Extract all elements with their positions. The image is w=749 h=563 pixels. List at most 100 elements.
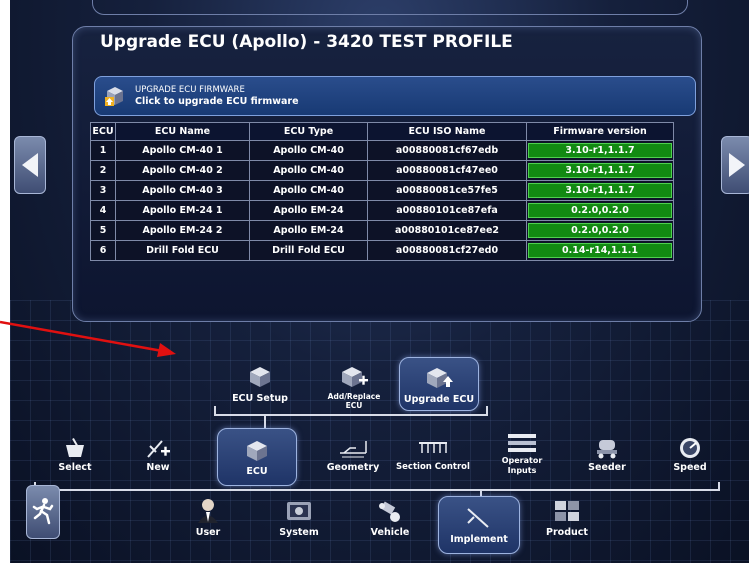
implement-speed-button[interactable]: Speed	[652, 437, 728, 473]
speedometer-icon	[680, 438, 700, 458]
ecu-setup-button[interactable]: ECU Setup	[224, 365, 296, 404]
ecu-setup-label: ECU Setup	[232, 393, 288, 404]
user-label: User	[195, 527, 221, 538]
new-implement-icon	[147, 440, 170, 458]
ecu-label: ECU	[246, 466, 268, 477]
cell-ecu-number: 5	[90, 220, 116, 241]
col-header-ecu-name: ECU Name	[115, 122, 250, 141]
upgrade-firmware-button[interactable]: UPGRADE ECU FIRMWARE Click to upgrade EC…	[94, 76, 696, 116]
operator-inputs-label-line2: Inputs	[507, 466, 537, 475]
firmware-bar-title: UPGRADE ECU FIRMWARE	[135, 85, 245, 95]
table-row: 3 Apollo CM-40 3 Apollo CM-40 a00880081c…	[90, 180, 674, 201]
cell-iso-name: a00880081cf47ee0	[367, 160, 527, 181]
upgrade-ecu-icon	[427, 368, 453, 388]
section-control-icon	[419, 442, 447, 453]
cell-iso-name: a00880081cf67edb	[367, 140, 527, 161]
run-screen-button[interactable]	[26, 485, 60, 539]
cell-firmware: 0.2.0,0.2.0	[526, 200, 674, 221]
running-person-icon	[32, 498, 54, 525]
cell-firmware: 3.10-r1,1.1.7	[526, 160, 674, 181]
implement-row-connector-right	[718, 482, 720, 491]
operator-inputs-label-line1: Operator	[501, 456, 543, 465]
firmware-version-value: 0.14-r14,1.1.1	[528, 243, 672, 258]
cell-ecu-name: Apollo CM-40 1	[115, 140, 250, 161]
firmware-version-value: 3.10-r1,1.1.7	[528, 183, 672, 198]
implement-new-button[interactable]: New	[120, 437, 196, 473]
terminal-screen: Upgrade ECU (Apollo) - 3420 TEST PROFILE…	[10, 0, 749, 563]
vehicle-icon	[379, 501, 400, 522]
operator-inputs-icon	[508, 434, 536, 452]
implement-geometry-button[interactable]: Geometry	[315, 437, 391, 473]
table-row: 6 Drill Fold ECU Drill Fold ECU a0088008…	[90, 240, 674, 261]
cell-ecu-type: Drill Fold ECU	[249, 240, 368, 261]
cell-ecu-name: Apollo CM-40 2	[115, 160, 250, 181]
firmware-version-value: 3.10-r1,1.1.7	[528, 163, 672, 178]
previous-panel-edge	[92, 0, 688, 15]
next-page-button[interactable]	[721, 136, 749, 194]
ecu-icon	[247, 441, 267, 461]
table-row: 4 Apollo EM-24 1 Apollo EM-24 a00880101c…	[90, 200, 674, 221]
cell-ecu-number: 6	[90, 240, 116, 261]
cell-ecu-number: 4	[90, 200, 116, 221]
arrow-left-icon	[22, 153, 38, 177]
submenu-connector	[214, 414, 488, 416]
submenu-connector-stem	[264, 414, 266, 428]
cell-firmware: 3.10-r1,1.1.7	[526, 140, 674, 161]
implement-select-button[interactable]: Select	[37, 437, 113, 473]
select-label: Select	[58, 462, 92, 473]
cell-ecu-number: 3	[90, 180, 116, 201]
firmware-version-value: 0.2.0,0.2.0	[528, 223, 672, 238]
cell-ecu-type: Apollo EM-24	[249, 200, 368, 221]
new-label: New	[146, 462, 170, 473]
cell-ecu-name: Apollo EM-24 1	[115, 200, 250, 221]
vehicle-label: Vehicle	[370, 527, 410, 538]
upgrade-ecu-button[interactable]: Upgrade ECU	[399, 357, 479, 411]
seeder-icon	[597, 440, 617, 459]
main-menu-system-button[interactable]: System	[261, 498, 337, 538]
col-header-firmware: Firmware version	[526, 122, 674, 141]
cell-ecu-number: 1	[90, 140, 116, 161]
add-replace-label-line1: Add/Replace	[327, 392, 381, 401]
add-replace-label-line2: ECU	[345, 401, 363, 410]
product-label: Product	[546, 527, 588, 538]
cell-firmware: 0.2.0,0.2.0	[526, 220, 674, 241]
cell-ecu-type: Apollo EM-24	[249, 220, 368, 241]
arrow-right-icon	[729, 153, 745, 177]
implement-operator-inputs-button[interactable]: Operator Inputs	[484, 431, 560, 476]
system-icon	[287, 502, 311, 520]
table-header-row: ECU ECU Name ECU Type ECU ISO Name Firmw…	[90, 122, 674, 141]
implement-seeder-button[interactable]: Seeder	[569, 437, 645, 473]
cell-ecu-name: Drill Fold ECU	[115, 240, 250, 261]
cell-ecu-number: 2	[90, 160, 116, 181]
implement-label: Implement	[450, 534, 508, 545]
ecu-upgrade-icon	[105, 87, 123, 106]
main-menu-vehicle-button[interactable]: Vehicle	[352, 498, 428, 538]
col-header-iso-name: ECU ISO Name	[367, 122, 527, 141]
implement-ecu-button[interactable]: ECU	[217, 428, 297, 486]
implement-section-control-button[interactable]: Section Control	[390, 437, 476, 472]
product-icon	[555, 501, 579, 521]
cell-ecu-type: Apollo CM-40	[249, 160, 368, 181]
add-replace-ecu-button[interactable]: Add/Replace ECU	[318, 365, 390, 410]
implement-row-connector	[34, 489, 720, 491]
callout-arrow	[0, 320, 176, 357]
system-label: System	[279, 527, 319, 538]
cell-iso-name: a00880101ce87efa	[367, 200, 527, 221]
main-menu-product-button[interactable]: Product	[529, 498, 605, 538]
cell-ecu-name: Apollo EM-24 2	[115, 220, 250, 241]
section-control-label: Section Control	[396, 462, 470, 472]
main-menu-implement-button[interactable]: Implement	[438, 496, 520, 554]
firmware-version-value: 0.2.0,0.2.0	[528, 203, 672, 218]
col-header-ecu-type: ECU Type	[249, 122, 368, 141]
user-icon	[198, 499, 218, 523]
add-ecu-icon	[342, 367, 368, 387]
cell-firmware: 3.10-r1,1.1.7	[526, 180, 674, 201]
table-row: 1 Apollo CM-40 1 Apollo CM-40 a00880081c…	[90, 140, 674, 161]
main-menu-user-button[interactable]: User	[170, 498, 246, 538]
geometry-icon	[340, 441, 367, 458]
page-title: Upgrade ECU (Apollo) - 3420 TEST PROFILE	[100, 32, 513, 52]
submenu-connector-left	[214, 406, 216, 416]
cell-ecu-name: Apollo CM-40 3	[115, 180, 250, 201]
previous-page-button[interactable]	[14, 136, 46, 194]
speed-label: Speed	[673, 462, 707, 473]
